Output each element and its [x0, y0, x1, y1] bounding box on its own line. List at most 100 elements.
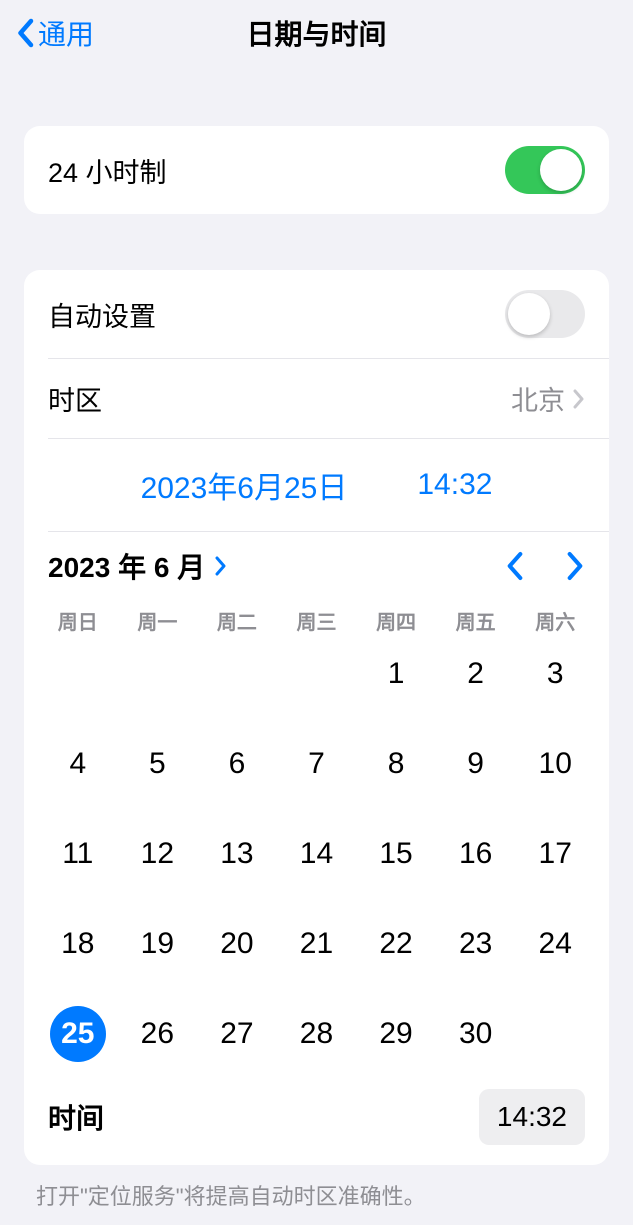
header: 通用 日期与时间	[0, 0, 633, 66]
day-number: 22	[368, 916, 424, 972]
month-label: 2023 年 6 月	[48, 546, 205, 586]
calendar-grid: 1234567891011121314151617181920212223242…	[24, 639, 609, 1077]
day-number: 23	[448, 916, 504, 972]
day-cell[interactable]: 29	[356, 1003, 436, 1065]
day-cell[interactable]: 15	[356, 823, 436, 885]
weekday-label: 周五	[436, 606, 516, 635]
day-cell[interactable]: 26	[118, 1003, 198, 1065]
day-cell[interactable]: 18	[38, 913, 118, 975]
day-cell[interactable]: 23	[436, 913, 516, 975]
back-label: 通用	[38, 13, 94, 53]
day-cell[interactable]: 10	[515, 733, 595, 795]
day-number: 27	[209, 1006, 265, 1062]
clock-24h-label: 24 小时制	[48, 151, 167, 190]
day-cell[interactable]: 27	[197, 1003, 277, 1065]
autoset-toggle[interactable]	[505, 290, 585, 338]
day-number: 3	[527, 646, 583, 702]
day-number: 30	[448, 1006, 504, 1062]
day-cell[interactable]: 20	[197, 913, 277, 975]
day-cell-empty	[118, 643, 198, 705]
day-number: 7	[288, 736, 344, 792]
day-cell[interactable]: 7	[277, 733, 357, 795]
day-number: 15	[368, 826, 424, 882]
weekday-label: 周三	[277, 606, 357, 635]
next-month-button[interactable]	[565, 550, 585, 582]
day-cell[interactable]: 28	[277, 1003, 357, 1065]
footer-note: 打开"定位服务"将提高自动时区准确性。	[0, 1165, 633, 1225]
day-number: 17	[527, 826, 583, 882]
day-number: 18	[50, 916, 106, 972]
day-number: 10	[527, 736, 583, 792]
day-number: 5	[129, 736, 185, 792]
day-cell[interactable]: 25	[38, 1003, 118, 1065]
day-number: 12	[129, 826, 185, 882]
day-cell[interactable]: 2	[436, 643, 516, 705]
timezone-value-wrap: 北京	[511, 379, 585, 418]
day-number: 14	[288, 826, 344, 882]
day-cell[interactable]: 3	[515, 643, 595, 705]
day-cell[interactable]: 12	[118, 823, 198, 885]
day-number: 4	[50, 736, 106, 792]
day-number: 13	[209, 826, 265, 882]
day-number: 24	[527, 916, 583, 972]
day-cell[interactable]: 19	[118, 913, 198, 975]
timezone-row[interactable]: 时区 北京	[24, 359, 609, 438]
chevron-right-icon	[215, 556, 227, 576]
day-cell[interactable]: 9	[436, 733, 516, 795]
time-row: 时间 14:32	[24, 1077, 609, 1165]
switch-knob	[508, 293, 550, 335]
month-picker-button[interactable]: 2023 年 6 月	[48, 546, 227, 586]
weekday-label: 周一	[118, 606, 198, 635]
day-number: 11	[50, 826, 106, 882]
day-number: 1	[368, 646, 424, 702]
day-cell[interactable]: 4	[38, 733, 118, 795]
day-cell[interactable]: 17	[515, 823, 595, 885]
day-number: 19	[129, 916, 185, 972]
datetime-display-row: 2023年6月25日 14:32	[24, 439, 609, 531]
day-cell[interactable]: 24	[515, 913, 595, 975]
day-cell[interactable]: 21	[277, 913, 357, 975]
clock-24h-toggle[interactable]	[505, 146, 585, 194]
datetime-section: 自动设置 时区 北京 2023年6月25日 14:32 2023 年 6 月	[24, 270, 609, 1165]
day-number: 26	[129, 1006, 185, 1062]
day-number: 9	[448, 736, 504, 792]
day-cell[interactable]: 13	[197, 823, 277, 885]
day-number: 6	[209, 736, 265, 792]
day-cell[interactable]: 1	[356, 643, 436, 705]
day-number: 29	[368, 1006, 424, 1062]
back-button[interactable]: 通用	[16, 13, 94, 53]
page-title: 日期与时间	[246, 13, 386, 53]
month-nav-arrows	[505, 550, 585, 582]
day-number: 25	[50, 1006, 106, 1062]
day-number: 20	[209, 916, 265, 972]
day-cell[interactable]: 11	[38, 823, 118, 885]
day-cell-empty	[277, 643, 357, 705]
day-cell[interactable]: 22	[356, 913, 436, 975]
prev-month-button[interactable]	[505, 550, 525, 582]
day-cell[interactable]: 5	[118, 733, 198, 795]
weekday-label: 周四	[356, 606, 436, 635]
clock-format-section: 24 小时制	[24, 126, 609, 214]
time-label: 时间	[48, 1097, 104, 1137]
autoset-label: 自动设置	[48, 295, 156, 334]
day-number: 2	[448, 646, 504, 702]
timezone-label: 时区	[48, 379, 102, 418]
day-number: 28	[288, 1006, 344, 1062]
time-picker-button[interactable]: 14:32	[479, 1089, 585, 1145]
weekday-label: 周日	[38, 606, 118, 635]
day-cell[interactable]: 16	[436, 823, 516, 885]
day-cell[interactable]: 14	[277, 823, 357, 885]
chevron-right-icon	[573, 389, 585, 409]
day-cell-empty	[197, 643, 277, 705]
day-number: 21	[288, 916, 344, 972]
day-number: 16	[448, 826, 504, 882]
day-cell[interactable]: 30	[436, 1003, 516, 1065]
autoset-row: 自动设置	[24, 270, 609, 358]
date-display[interactable]: 2023年6月25日	[141, 463, 348, 507]
weekday-label: 周六	[515, 606, 595, 635]
weekday-label: 周二	[197, 606, 277, 635]
time-display[interactable]: 14:32	[417, 468, 492, 502]
day-cell[interactable]: 6	[197, 733, 277, 795]
day-cell[interactable]: 8	[356, 733, 436, 795]
month-nav: 2023 年 6 月	[24, 532, 609, 596]
